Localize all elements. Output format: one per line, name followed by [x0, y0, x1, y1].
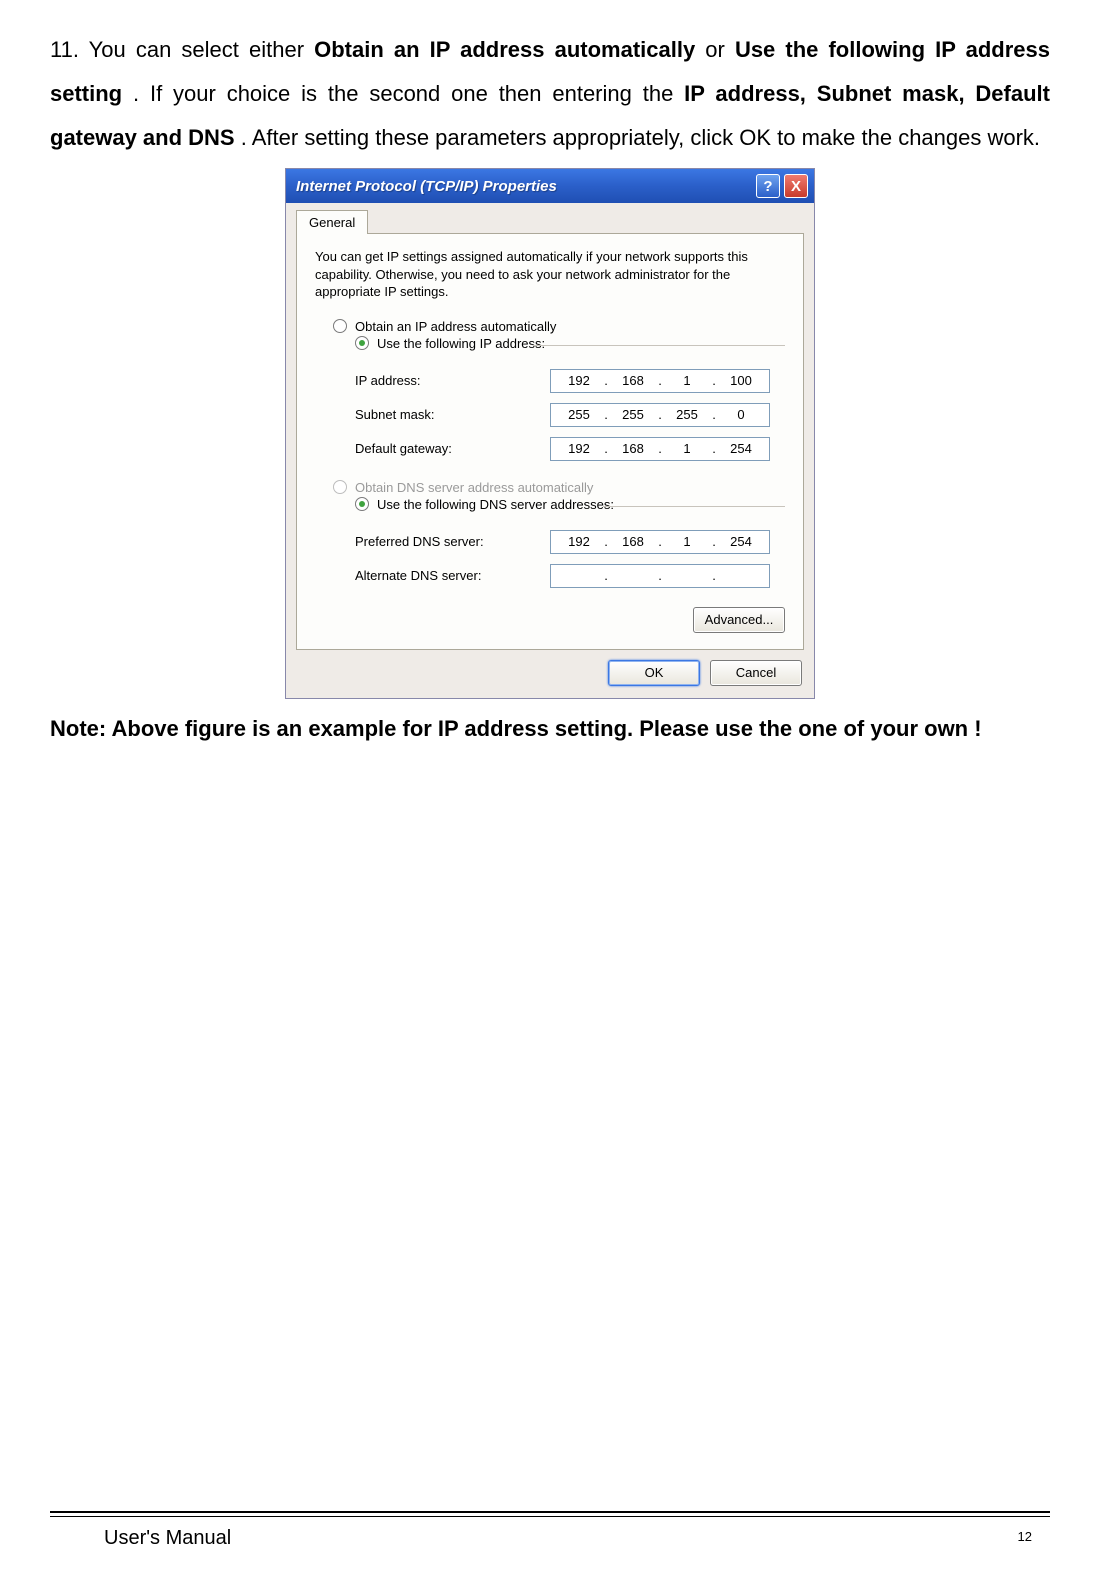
ip-dot: . [657, 441, 663, 456]
radio-obtain-ip-auto-label: Obtain an IP address automatically [355, 319, 556, 334]
close-button[interactable]: X [784, 174, 808, 198]
ip-seg: 1 [669, 534, 705, 549]
para-mid-2: . If your choice is the second one then … [133, 81, 684, 106]
close-icon: X [791, 178, 801, 195]
ip-fields: IP address: 192. 168. 1. 100 Subnet mask… [355, 364, 785, 466]
preferred-dns-input[interactable]: 192. 168. 1. 254 [550, 530, 770, 554]
dialog-title: Internet Protocol (TCP/IP) Properties [296, 178, 752, 195]
para-bold-1: Obtain an IP address automatically [314, 37, 695, 62]
ip-seg: 168 [615, 373, 651, 388]
ip-seg: 255 [615, 407, 651, 422]
ip-dot: . [603, 407, 609, 422]
radio-use-ip-label: Use the following IP address: [377, 336, 545, 351]
ip-seg: 192 [561, 534, 597, 549]
alternate-dns-input[interactable]: . . . [550, 564, 770, 588]
group-use-ip: Use the following IP address: [333, 338, 785, 354]
ip-seg: 255 [561, 407, 597, 422]
cancel-button-label: Cancel [736, 665, 776, 680]
ip-seg: 255 [669, 407, 705, 422]
ip-dot: . [711, 534, 717, 549]
radio-obtain-dns-auto: Obtain DNS server address automatically [333, 480, 785, 495]
ip-seg: 1 [669, 373, 705, 388]
ip-dot: . [603, 373, 609, 388]
ip-dot: . [711, 441, 717, 456]
para-prefix: 11. You can select either [50, 37, 314, 62]
ip-dot: . [603, 568, 609, 583]
group-use-dns: Use the following DNS server addresses: [333, 499, 785, 515]
dialog-titlebar: Internet Protocol (TCP/IP) Properties ? … [286, 169, 814, 203]
cancel-button[interactable]: Cancel [710, 660, 802, 686]
subnet-mask-label: Subnet mask: [355, 407, 550, 422]
footer-manual-label: User's Manual [104, 1527, 231, 1550]
alternate-dns-label: Alternate DNS server: [355, 568, 550, 583]
tcpip-properties-dialog: Internet Protocol (TCP/IP) Properties ? … [285, 168, 815, 699]
ip-seg: 168 [615, 534, 651, 549]
help-icon: ? [763, 178, 772, 195]
page-footer: User's Manual 12 [50, 1511, 1050, 1550]
groupbox-line [533, 345, 785, 346]
instruction-paragraph: 11. You can select either Obtain an IP a… [50, 28, 1050, 160]
ip-dot: . [657, 534, 663, 549]
para-suffix: . After setting these parameters appropr… [241, 125, 1040, 150]
radio-icon [355, 497, 369, 511]
footer-page-number: 12 [1018, 1529, 1032, 1552]
radio-obtain-dns-auto-label: Obtain DNS server address automatically [355, 480, 593, 495]
ip-seg: 168 [615, 441, 651, 456]
tab-panel-general: You can get IP settings assigned automat… [296, 233, 804, 650]
groupbox-line [603, 506, 785, 507]
ip-dot: . [657, 373, 663, 388]
subnet-mask-input[interactable]: 255. 255. 255. 0 [550, 403, 770, 427]
advanced-button-label: Advanced... [705, 612, 774, 627]
ip-dot: . [711, 407, 717, 422]
ip-dot: . [711, 373, 717, 388]
dns-fields: Preferred DNS server: 192. 168. 1. 254 A… [355, 525, 785, 593]
ip-dot: . [603, 534, 609, 549]
ip-seg: 192 [561, 373, 597, 388]
footer-rule-thick [50, 1511, 1050, 1515]
radio-icon [333, 480, 347, 494]
ip-seg: 254 [723, 441, 759, 456]
radio-icon [333, 319, 347, 333]
radio-obtain-ip-auto[interactable]: Obtain an IP address automatically [333, 319, 785, 334]
ip-dot: . [603, 441, 609, 456]
ok-button-label: OK [645, 665, 664, 680]
note-text: Note: Above figure is an example for IP … [50, 707, 1050, 751]
ip-seg: 0 [723, 407, 759, 422]
ip-seg: 1 [669, 441, 705, 456]
default-gateway-input[interactable]: 192. 168. 1. 254 [550, 437, 770, 461]
dialog-description: You can get IP settings assigned automat… [315, 248, 785, 301]
tab-general-label: General [309, 215, 355, 230]
footer-rule-thin [50, 1516, 1050, 1517]
ip-dot: . [657, 407, 663, 422]
dialog-body: General You can get IP settings assigned… [286, 203, 814, 650]
ip-dot: . [711, 568, 717, 583]
ip-seg: 192 [561, 441, 597, 456]
advanced-button[interactable]: Advanced... [693, 607, 785, 633]
radio-icon [355, 336, 369, 350]
figure-container: Internet Protocol (TCP/IP) Properties ? … [50, 168, 1050, 699]
para-mid-1: or [705, 37, 735, 62]
ip-address-label: IP address: [355, 373, 550, 388]
preferred-dns-label: Preferred DNS server: [355, 534, 550, 549]
ip-seg: 100 [723, 373, 759, 388]
dialog-footer: OK Cancel [286, 650, 814, 698]
ip-dot: . [657, 568, 663, 583]
ip-address-input[interactable]: 192. 168. 1. 100 [550, 369, 770, 393]
default-gateway-label: Default gateway: [355, 441, 550, 456]
ok-button[interactable]: OK [608, 660, 700, 686]
ip-seg: 254 [723, 534, 759, 549]
help-button[interactable]: ? [756, 174, 780, 198]
tab-general[interactable]: General [296, 210, 368, 234]
radio-use-dns-label: Use the following DNS server addresses: [377, 497, 614, 512]
